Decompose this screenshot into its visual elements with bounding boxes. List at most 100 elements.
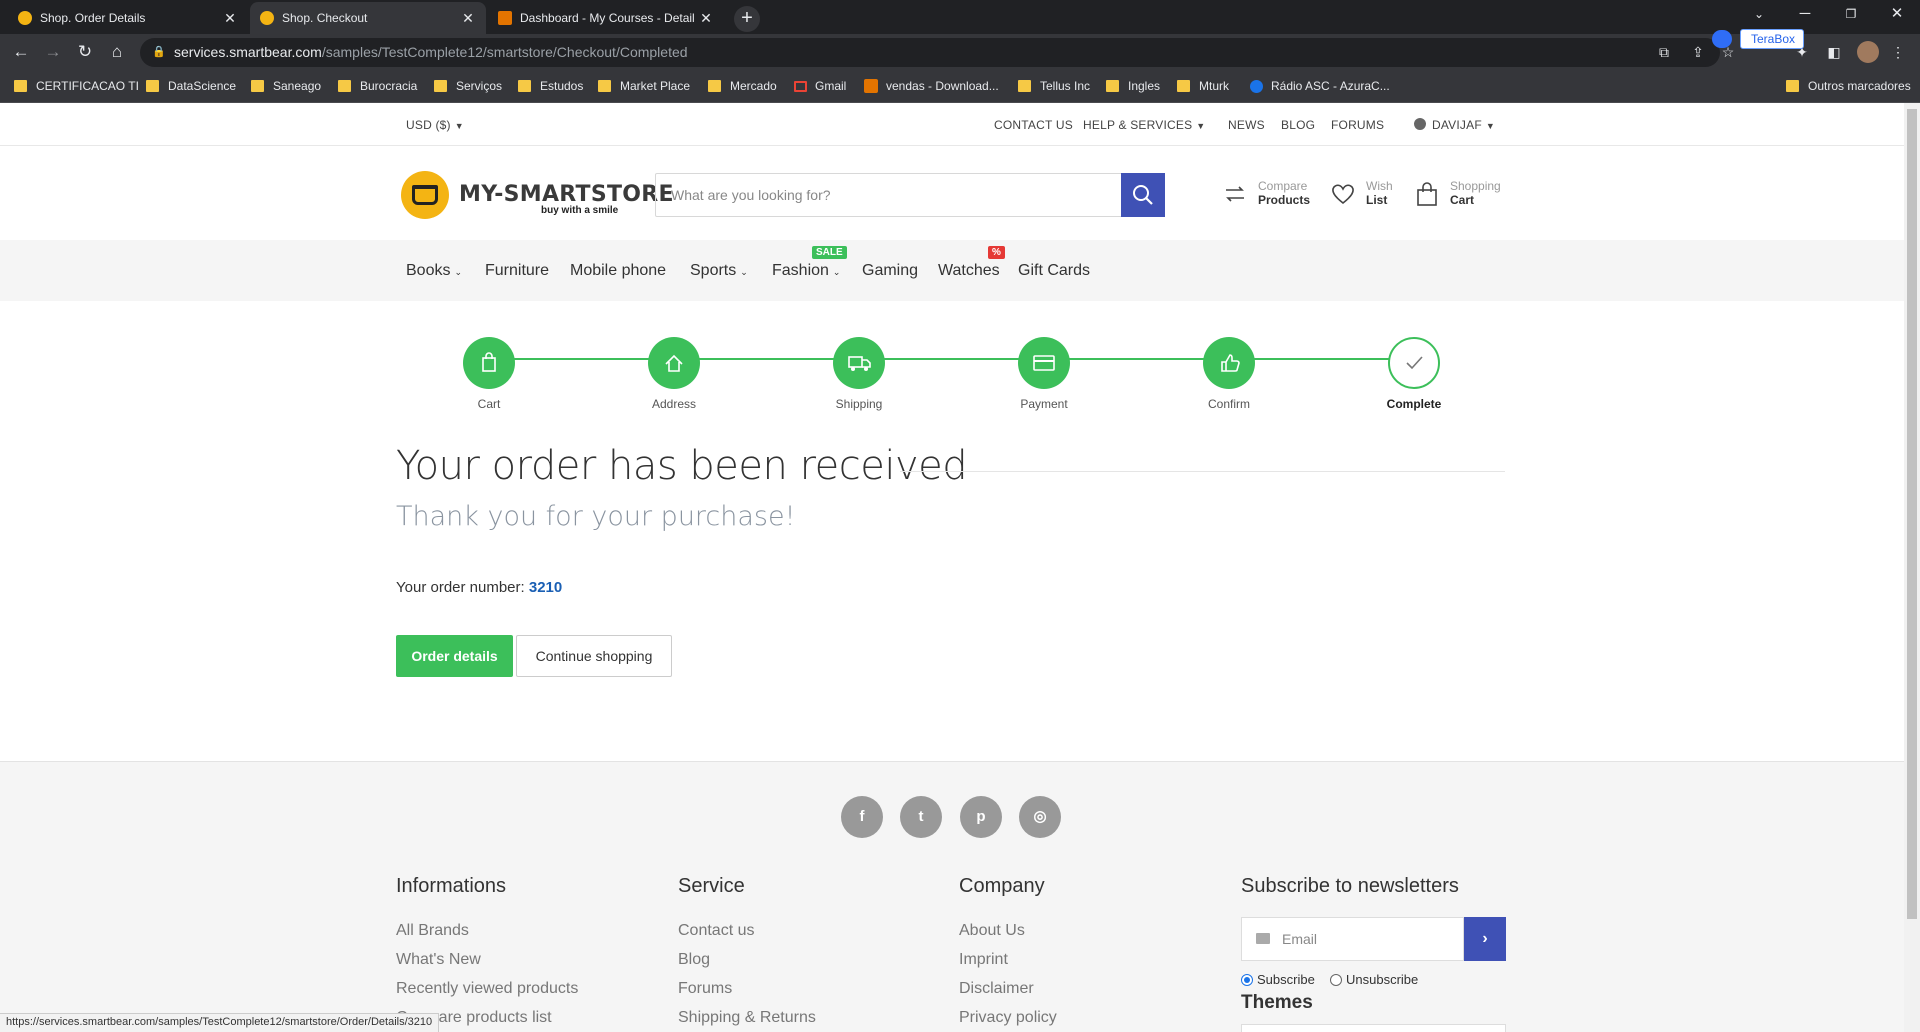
browser-tab[interactable]: Shop. Order Details ✕ xyxy=(8,2,248,34)
browser-tab-active[interactable]: Shop. Checkout ✕ xyxy=(250,2,486,34)
scrollbar-thumb[interactable] xyxy=(1907,109,1917,919)
new-tab-icon[interactable]: + xyxy=(734,6,760,32)
newsletter-email-input[interactable] xyxy=(1282,918,1462,960)
category-furniture[interactable]: Furniture xyxy=(485,262,549,280)
bookmark-item[interactable]: Rádio ASC - AzuraC... xyxy=(1250,79,1390,93)
bookmark-item[interactable]: Estudos xyxy=(518,79,583,93)
footer-link[interactable]: All Brands xyxy=(396,922,469,940)
footer-link[interactable]: Privacy policy xyxy=(959,1009,1057,1027)
reload-icon[interactable]: ↻ xyxy=(72,39,98,65)
newsletter-submit-button[interactable]: › xyxy=(1464,917,1506,961)
bookmark-item[interactable]: DataScience xyxy=(146,79,236,93)
bookmark-item[interactable]: vendas - Download... xyxy=(864,79,999,93)
bookmark-item[interactable]: Ingles xyxy=(1106,79,1160,93)
sale-badge: SALE xyxy=(812,246,847,259)
unsubscribe-radio[interactable]: Unsubscribe xyxy=(1330,972,1418,987)
close-tab-icon[interactable]: ✕ xyxy=(698,10,714,27)
home-icon[interactable]: ⌂ xyxy=(104,39,130,65)
bookmark-item[interactable]: Tellus Inc xyxy=(1018,79,1090,93)
currency-selector[interactable]: USD ($) ▼ xyxy=(406,118,464,132)
category-gift-cards[interactable]: Gift Cards xyxy=(1018,262,1090,280)
step-label-payment: Payment xyxy=(1020,397,1068,411)
bookmark-item[interactable]: Serviços xyxy=(434,79,502,93)
close-tab-icon[interactable]: ✕ xyxy=(460,10,476,27)
wish-list-link[interactable]: Wish List xyxy=(1366,179,1393,207)
logo-text[interactable]: MY-SMARTSTORE xyxy=(459,182,674,207)
bookmark-item[interactable]: Mturk xyxy=(1177,79,1229,93)
terabox-cloud-icon xyxy=(1712,30,1732,48)
compare-icon[interactable] xyxy=(1222,181,1248,207)
help-services-menu[interactable]: HELP & SERVICES ▼ xyxy=(1083,118,1205,132)
twitter-icon[interactable]: t xyxy=(900,796,942,838)
category-menu: Books ⌄ Furniture Mobile phone Sports ⌄ SA… xyxy=(0,240,1904,301)
translate-icon[interactable]: ⧉ xyxy=(1654,42,1674,62)
instagram-icon[interactable]: ◎ xyxy=(1019,796,1061,838)
search-button[interactable] xyxy=(1121,173,1165,217)
side-panel-icon[interactable]: ◧ xyxy=(1824,42,1844,62)
restore-icon[interactable]: ❐ xyxy=(1828,0,1874,30)
thumbs-up-icon xyxy=(1203,337,1255,389)
footer-link[interactable]: Disclaimer xyxy=(959,980,1034,998)
close-window-icon[interactable]: ✕ xyxy=(1874,0,1920,30)
footer-link[interactable]: Contact us xyxy=(678,922,754,940)
close-tab-icon[interactable]: ✕ xyxy=(222,10,238,27)
themes-select[interactable] xyxy=(1241,1024,1506,1032)
browser-tab[interactable]: Dashboard - My Courses - Detail ✕ xyxy=(488,2,724,34)
radio-site-icon xyxy=(1250,79,1263,93)
other-bookmarks[interactable]: Outros marcadores xyxy=(1786,79,1911,93)
order-number-line: Your order number: 3210 xyxy=(396,579,563,596)
bookmark-item[interactable]: CERTIFICACAO TI xyxy=(14,79,139,93)
tab-search-icon[interactable]: ⌄ xyxy=(1736,0,1782,30)
folder-icon xyxy=(434,80,447,92)
category-gaming[interactable]: Gaming xyxy=(862,262,918,280)
news-link[interactable]: NEWS xyxy=(1228,118,1265,132)
folder-icon xyxy=(1786,80,1799,92)
forums-link[interactable]: FORUMS xyxy=(1331,118,1384,132)
page-scrollbar[interactable] xyxy=(1904,103,1920,1032)
category-fashion[interactable]: Fashion ⌄ xyxy=(772,262,840,280)
page-title: Your order has been received xyxy=(396,443,968,489)
menu-dots-icon[interactable]: ⋮ xyxy=(1888,42,1908,62)
footer-link[interactable]: Imprint xyxy=(959,951,1008,969)
footer-link[interactable]: Recently viewed products xyxy=(396,980,578,998)
envelope-icon xyxy=(1256,933,1270,944)
bookmark-item[interactable]: Gmail xyxy=(794,79,846,93)
compare-products-link[interactable]: Compare Products xyxy=(1258,179,1310,207)
shopping-cart-link[interactable]: Shopping Cart xyxy=(1450,179,1501,207)
terabox-extension[interactable]: TeraBox xyxy=(1740,29,1805,49)
footer-link[interactable]: About Us xyxy=(959,922,1025,940)
bookmark-item[interactable]: Saneago xyxy=(251,79,321,93)
contact-us-link[interactable]: CONTACT US xyxy=(994,118,1073,132)
forward-arrow-icon[interactable]: → xyxy=(40,39,66,65)
profile-avatar[interactable] xyxy=(1857,41,1879,63)
themes-heading: Themes xyxy=(1241,992,1313,1013)
subscribe-radio[interactable]: Subscribe xyxy=(1241,972,1315,987)
category-watches[interactable]: Watches xyxy=(938,262,1000,280)
folder-icon xyxy=(14,80,27,92)
bookmark-item[interactable]: Market Place xyxy=(598,79,690,93)
back-arrow-icon[interactable]: ← xyxy=(8,39,34,65)
blog-link[interactable]: BLOG xyxy=(1281,118,1315,132)
user-account-menu[interactable]: DAVIJAF ▼ xyxy=(1414,118,1495,132)
order-details-button[interactable]: Order details xyxy=(396,635,513,677)
category-mobile-phone[interactable]: Mobile phone xyxy=(570,262,666,280)
minimize-icon[interactable]: ─ xyxy=(1782,0,1828,30)
bookmark-item[interactable]: Mercado xyxy=(708,79,777,93)
share-icon[interactable]: ⇪ xyxy=(1688,42,1708,62)
order-number-link[interactable]: 3210 xyxy=(529,579,562,596)
category-books[interactable]: Books ⌄ xyxy=(406,262,462,280)
basket-logo-icon[interactable] xyxy=(401,171,449,219)
footer-link[interactable]: What's New xyxy=(396,951,481,969)
category-sports[interactable]: Sports ⌄ xyxy=(690,262,748,280)
pinterest-icon[interactable]: p xyxy=(960,796,1002,838)
footer-link[interactable]: Blog xyxy=(678,951,710,969)
continue-shopping-button[interactable]: Continue shopping xyxy=(516,635,672,677)
search-input[interactable] xyxy=(656,174,1126,216)
shopping-bag-icon[interactable] xyxy=(1414,181,1440,207)
footer-link[interactable]: Shipping & Returns xyxy=(678,1009,816,1027)
address-bar[interactable]: 🔒 services.smartbear.com/samples/TestCom… xyxy=(140,38,1720,67)
bookmark-item[interactable]: Burocracia xyxy=(338,79,417,93)
footer-link[interactable]: Forums xyxy=(678,980,732,998)
heart-icon[interactable] xyxy=(1330,181,1356,207)
facebook-icon[interactable]: f xyxy=(841,796,883,838)
